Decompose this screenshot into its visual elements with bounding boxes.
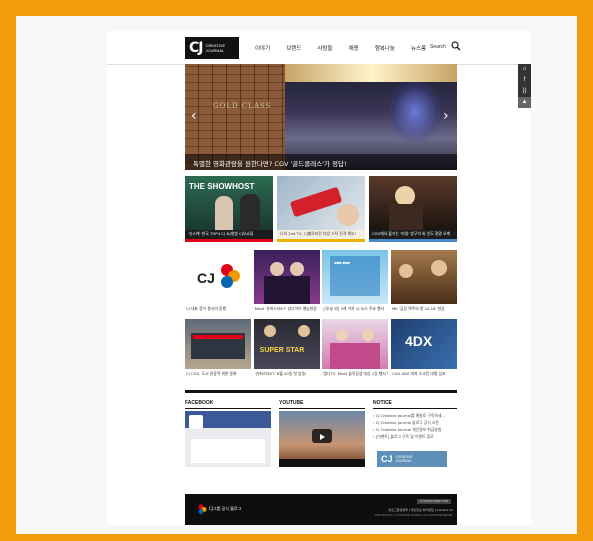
cj-logo-icon: CJ [197,264,240,288]
article-thumbnail[interactable] [322,319,389,369]
nav-item-people[interactable]: 사람들 [309,44,340,52]
article-thumbnail[interactable] [390,250,457,304]
facebook-widget[interactable] [185,411,271,467]
article-thumbnail[interactable]: THE SHOWHOST [185,176,273,230]
main-nav: 이야기 브랜드 사람들 채용 행복나눔 뉴스룸 [247,44,434,52]
hero-slider[interactable]: GOLD CLASS ‹ › 특별한 영화관람을 원한다면? CGV '골드클래… [185,64,457,170]
section-divider [185,390,457,393]
notice-list: › CJ Creative Journal를 해필로 구독하세... › CJ … [373,412,457,440]
site-footer: CJ그룹 공식 블로그 CJ GROUP FAMILY SITE 블로그운영정책… [185,494,457,525]
notice-item[interactable]: › CJ Creative Journal를 해필로 구독하세... [373,412,457,419]
article-caption[interactable]: '슈스케' 한국 TOP4 CJ 쇼/원방 CJ오쇼핑 [185,230,273,242]
notice-title: NOTICE [373,400,392,406]
youtube-player[interactable] [279,411,365,467]
article-card[interactable]: ■■■ ■■■ [국내/ 외] 3개 가지 CJ 뉴스 주요 행사 [322,250,389,314]
article-caption[interactable]: 나의 2nd TV, CJ헬로비전 티빙 스틱 전격 해부! [277,230,365,242]
footer-brand[interactable]: CJ그룹 공식 블로그 [197,504,241,514]
rss-icon[interactable]: )) [518,86,531,97]
article-caption[interactable]: CJ 대표 정기 봉사의 동행 [185,304,251,314]
cj-logo-icon [198,504,207,514]
article-thumbnail[interactable] [185,319,251,369]
nav-item-story[interactable]: 이야기 [247,44,278,52]
article-thumbnail[interactable]: CJ [185,250,251,304]
site-header: CJ CREATIVE JOURNAL 이야기 브랜드 사람들 채용 행복나눔 … [107,31,531,65]
article-card[interactable]: MK '김장 맥주의 향 10.16' 현장 [390,250,457,314]
notice-item[interactable]: › [이벤트] 블로그 구독 및 이벤트 응모 [373,433,457,440]
top-icon[interactable]: ▲ [518,97,531,108]
article-row-2: CJ CJ 대표 정기 봉사의 동행 Mnet '슈퍼스타K7' 성다이브 예능… [185,250,457,314]
article-caption[interactable]: CJ CGV, 도시 관광객 위한 동화 [185,369,251,379]
article-card[interactable]: CJ CJ 대표 정기 봉사의 동행 [185,250,251,314]
article-row-1: THE SHOWHOST '슈스케' 한국 TOP4 CJ 쇼/원방 CJ오쇼핑… [185,176,457,242]
hero-next-arrow[interactable]: › [443,108,449,124]
article-card[interactable]: Mnet '슈퍼스타K7' 성다이브 예능현장 [253,250,320,314]
home-icon[interactable]: ⌂ [518,64,531,75]
article-card[interactable]: 엠디TV, Mnet 슬직장생 대상 1등 행사 보산 [322,319,389,379]
article-thumbnail[interactable] [253,250,320,304]
article-caption[interactable]: CGV 4DX 마지 스크린 대형 심포 [391,369,457,379]
article-card[interactable]: 4DX CGV 4DX 마지 스크린 대형 심포 [390,319,457,379]
web-page: CJ CREATIVE JOURNAL 이야기 브랜드 사람들 채용 행복나눔 … [107,31,531,525]
youtube-title: YOUTUBE [279,400,304,406]
article-thumbnail[interactable]: 4DX [390,319,457,369]
article-thumbnail[interactable] [369,176,457,230]
article-caption[interactable]: CGV에서 즐기는 '미생' 방구석 와 인도 정말 오케 [369,230,457,242]
facebook-title: FACEBOOK [185,400,214,406]
article-card[interactable]: CJ CGV, 도시 관광객 위한 동화 [185,319,251,379]
nav-item-recruit[interactable]: 채용 [341,44,367,52]
nav-item-sharing[interactable]: 행복나눔 [367,44,403,52]
article-caption[interactable]: 엠디TV, Mnet 슬직장생 대상 1등 행사 보산 [322,369,388,379]
facebook-icon[interactable]: f [518,75,531,86]
article-thumbnail[interactable] [277,176,365,230]
article-thumbnail[interactable]: SUPER STAR [253,319,320,369]
article-card[interactable]: SUPER STAR '슈퍼스타K7' 8월 20일 첫 방송! [253,319,320,379]
search-label[interactable]: Search [430,44,446,50]
notice-banner[interactable]: CJ CREATIVE JOURNAL [377,451,447,467]
footer-links[interactable]: 블로그운영정책 | 개인정보 처리방침 | Contact Us [367,508,453,512]
notice-item[interactable]: › CJ Creative Journal 개인정보 취급방침 [373,426,457,433]
notice-item[interactable]: › CJ Creative Journal 블로그 공식 오픈 [373,419,457,426]
hero-caption[interactable]: 특별한 영화관람을 원한다면? CGV '골드클래스'가 정답! [185,154,457,170]
video-controls[interactable] [279,459,365,467]
article-caption[interactable]: [국내/ 외] 3개 가지 CJ 뉴스 주요 행사 [322,304,388,314]
copyright: COPYRIGHT(C) CJ CREATIVE JOURNAL. ALL RI… [374,514,453,517]
facebook-avatar [189,415,203,429]
logo-mark: CJ [189,40,204,56]
hero-prev-arrow[interactable]: ‹ [191,108,197,124]
family-site-select[interactable]: CJ GROUP FAMILY SITE [417,499,451,504]
article-card[interactable]: CGV에서 즐기는 '미생' 방구석 와 인도 정말 오케 [369,176,457,242]
side-quick-bar: ⌂ f )) ▲ [518,64,531,108]
logo-text: CREATIVE JOURNAL [205,43,225,53]
article-caption[interactable]: Mnet '슈퍼스타K7' 성다이브 예능현장 [254,304,320,314]
article-card[interactable]: 나의 2nd TV, CJ헬로비전 티빙 스틱 전격 해부! [277,176,365,242]
article-card[interactable]: THE SHOWHOST '슈스케' 한국 TOP4 CJ 쇼/원방 CJ오쇼핑 [185,176,273,242]
article-caption[interactable]: MK '김장 맥주의 향 10.16' 현장 [391,304,457,314]
search-icon[interactable] [451,41,461,51]
article-row-3: CJ CGV, 도시 관광객 위한 동화 SUPER STAR '슈퍼스타K7'… [185,319,457,379]
site-logo[interactable]: CJ CREATIVE JOURNAL [185,37,239,59]
article-thumbnail[interactable]: ■■■ ■■■ [322,250,389,304]
logo-line2: JOURNAL [205,48,225,53]
article-caption[interactable]: '슈퍼스타K7' 8월 20일 첫 방송! [254,369,320,379]
play-icon[interactable] [312,429,332,443]
svg-text:CJ: CJ [197,270,215,286]
nav-item-brand[interactable]: 브랜드 [278,44,309,52]
hero-brand-sign: GOLD CLASS [213,102,272,110]
